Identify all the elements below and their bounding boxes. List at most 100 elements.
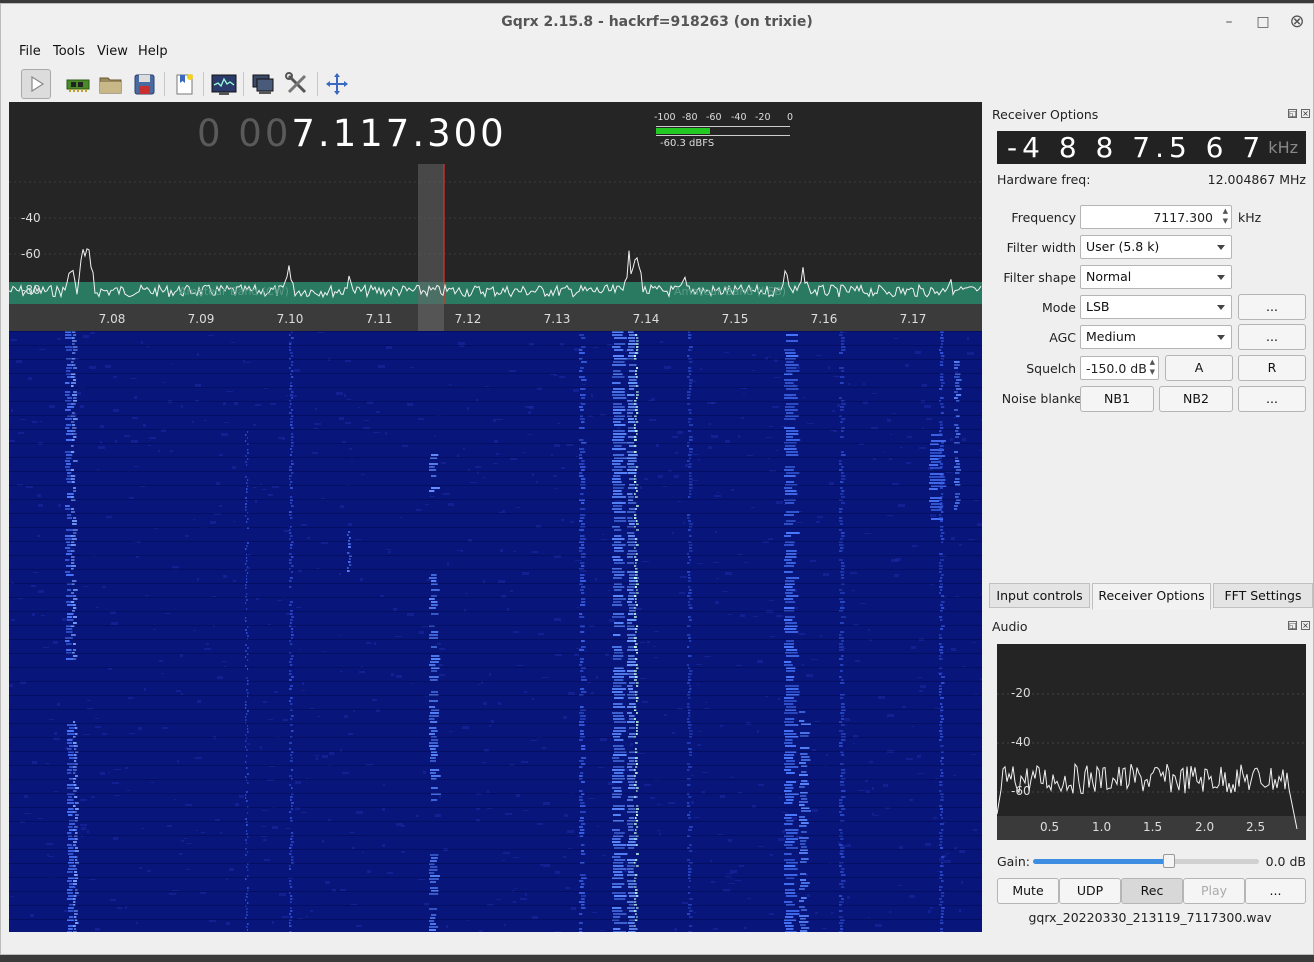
settings-icon[interactable] — [282, 69, 312, 99]
mode-combo[interactable]: LSB — [1080, 295, 1232, 319]
waterfall-streak — [247, 692, 249, 694]
waterfall-streak — [290, 697, 293, 699]
waterfall-streak — [636, 685, 639, 687]
waterfall-streak — [807, 894, 810, 897]
waterfall-streak — [493, 463, 498, 464]
waterfall-streak — [74, 871, 78, 873]
waterfall-streak — [634, 475, 637, 477]
spin-down-icon[interactable]: ▼ — [1223, 217, 1228, 225]
gain-slider-handle[interactable] — [1163, 854, 1175, 868]
waterfall-streak — [689, 844, 692, 846]
open-icon[interactable] — [96, 69, 126, 99]
udp-button[interactable]: UDP — [1059, 878, 1121, 904]
audio-options-button[interactable]: ... — [1245, 878, 1306, 904]
squelch-reset-button[interactable]: R — [1238, 355, 1306, 381]
waterfall-streak — [67, 430, 72, 432]
hardware-icon[interactable] — [63, 69, 93, 99]
fullscreen-icon[interactable] — [322, 69, 352, 99]
squelch-auto-button[interactable]: A — [1165, 355, 1233, 381]
frequency-input[interactable]: 7117.300 — [1153, 210, 1213, 225]
waterfall-streak — [800, 735, 809, 737]
play-icon[interactable] — [21, 69, 51, 99]
waterfall-streak — [612, 334, 623, 336]
waterfall-streak — [627, 763, 637, 765]
waterfall-streak — [636, 730, 638, 732]
waterfall-streak — [559, 376, 565, 378]
squelch-spinbox[interactable]: -150.0 dB ▲ ▼ — [1080, 356, 1159, 380]
waterfall-streak — [636, 385, 638, 387]
menu-tools[interactable]: Tools — [53, 44, 85, 59]
frequency-spinbox[interactable]: 7117.300 ▲ ▼ — [1080, 205, 1232, 229]
spin-up-icon[interactable]: ▲ — [1223, 207, 1228, 215]
waterfall-streak — [291, 805, 293, 807]
waterfall-streak — [106, 516, 112, 518]
waterfall-streak — [841, 856, 845, 858]
dock-close-icon[interactable]: × — [1301, 109, 1310, 118]
close-icon[interactable]: ⊗ — [1285, 10, 1309, 34]
squelch-input[interactable]: -150.0 dB — [1086, 361, 1147, 376]
waterfall-streak — [246, 713, 248, 715]
waterfall-streak — [784, 565, 795, 567]
fft-x-label: 7.12 — [454, 312, 482, 326]
waterfall-streak — [290, 817, 292, 819]
title-bar[interactable]: Gqrx 2.15.8 - hackrf=918263 (on trixie) … — [1, 4, 1313, 40]
menu-file[interactable]: File — [19, 44, 41, 59]
waterfall-streak — [68, 796, 73, 798]
spin-up-icon[interactable]: ▲ — [1150, 358, 1155, 366]
fft-plot[interactable]: 0 007.117.300 -100 -80 -60 -40 -20 0 -60… — [9, 102, 982, 331]
nb2-button[interactable]: NB2 — [1159, 386, 1233, 412]
filter-width-combo[interactable]: User (5.8 k) — [1080, 235, 1232, 259]
dock-float-icon[interactable]: ◱ — [1288, 621, 1297, 630]
waterfall-streak — [627, 661, 636, 663]
offset-display[interactable]: -4 8 8 7.5 6 7 kHz — [997, 131, 1306, 164]
maximize-icon[interactable]: □ — [1251, 10, 1275, 34]
filter-shape-combo[interactable]: Normal — [1080, 265, 1232, 289]
nb1-button[interactable]: NB1 — [1080, 386, 1154, 412]
remote-icon[interactable] — [248, 69, 278, 99]
waterfall-streak — [579, 454, 583, 456]
tab-receiver-options[interactable]: Receiver Options — [1092, 583, 1211, 610]
waterfall-streak — [635, 496, 638, 498]
waterfall-streak — [635, 874, 638, 876]
waterfall-display[interactable] — [9, 331, 982, 932]
tab-fft-settings[interactable]: FFT Settings — [1213, 583, 1313, 608]
waterfall-streak — [841, 648, 846, 649]
mute-button[interactable]: Mute — [997, 878, 1059, 904]
waterfall-streak — [747, 898, 751, 899]
tab-input-controls[interactable]: Input controls — [989, 583, 1090, 608]
dock-close-icon[interactable]: × — [1301, 621, 1310, 630]
chevron-down-icon — [1217, 305, 1225, 310]
waterfall-streak — [840, 850, 845, 852]
waterfall-streak — [502, 510, 505, 513]
waterfall-streak — [430, 854, 439, 856]
menu-bar: File Tools View Help — [1, 40, 1313, 64]
waterfall-streak — [132, 417, 138, 419]
waterfall-streak — [635, 508, 637, 510]
agc-options-button[interactable]: ... — [1238, 324, 1306, 350]
agc-combo[interactable]: Medium — [1080, 325, 1232, 349]
waterfall-streak — [291, 397, 294, 399]
fft-icon[interactable] — [209, 69, 239, 99]
bookmark-icon[interactable] — [169, 69, 199, 99]
gain-slider[interactable] — [1033, 854, 1259, 868]
waterfall-streak — [634, 436, 637, 438]
menu-view[interactable]: View — [97, 44, 128, 59]
waterfall-streak — [840, 814, 845, 816]
menu-help[interactable]: Help — [138, 44, 168, 59]
audio-fft-plot[interactable]: -20 -40 -60 0.5 1.0 1.5 2.0 2.5 — [997, 644, 1306, 840]
spin-down-icon[interactable]: ▼ — [1150, 368, 1155, 376]
waterfall-streak — [954, 424, 959, 426]
waterfall-streak — [687, 718, 690, 720]
save-icon[interactable] — [130, 69, 160, 99]
waterfall-streak — [372, 699, 377, 701]
waterfall-streak — [689, 850, 693, 852]
waterfall-streak — [67, 364, 73, 366]
minimize-icon[interactable]: – — [1217, 10, 1241, 34]
nb-options-button[interactable]: ... — [1238, 386, 1306, 412]
waterfall-streak — [785, 493, 798, 495]
dock-float-icon[interactable]: ◱ — [1288, 109, 1297, 118]
waterfall-streak — [581, 601, 586, 603]
play-button[interactable]: Play — [1183, 878, 1245, 904]
rec-button[interactable]: Rec — [1121, 878, 1183, 904]
mode-options-button[interactable]: ... — [1238, 294, 1306, 320]
